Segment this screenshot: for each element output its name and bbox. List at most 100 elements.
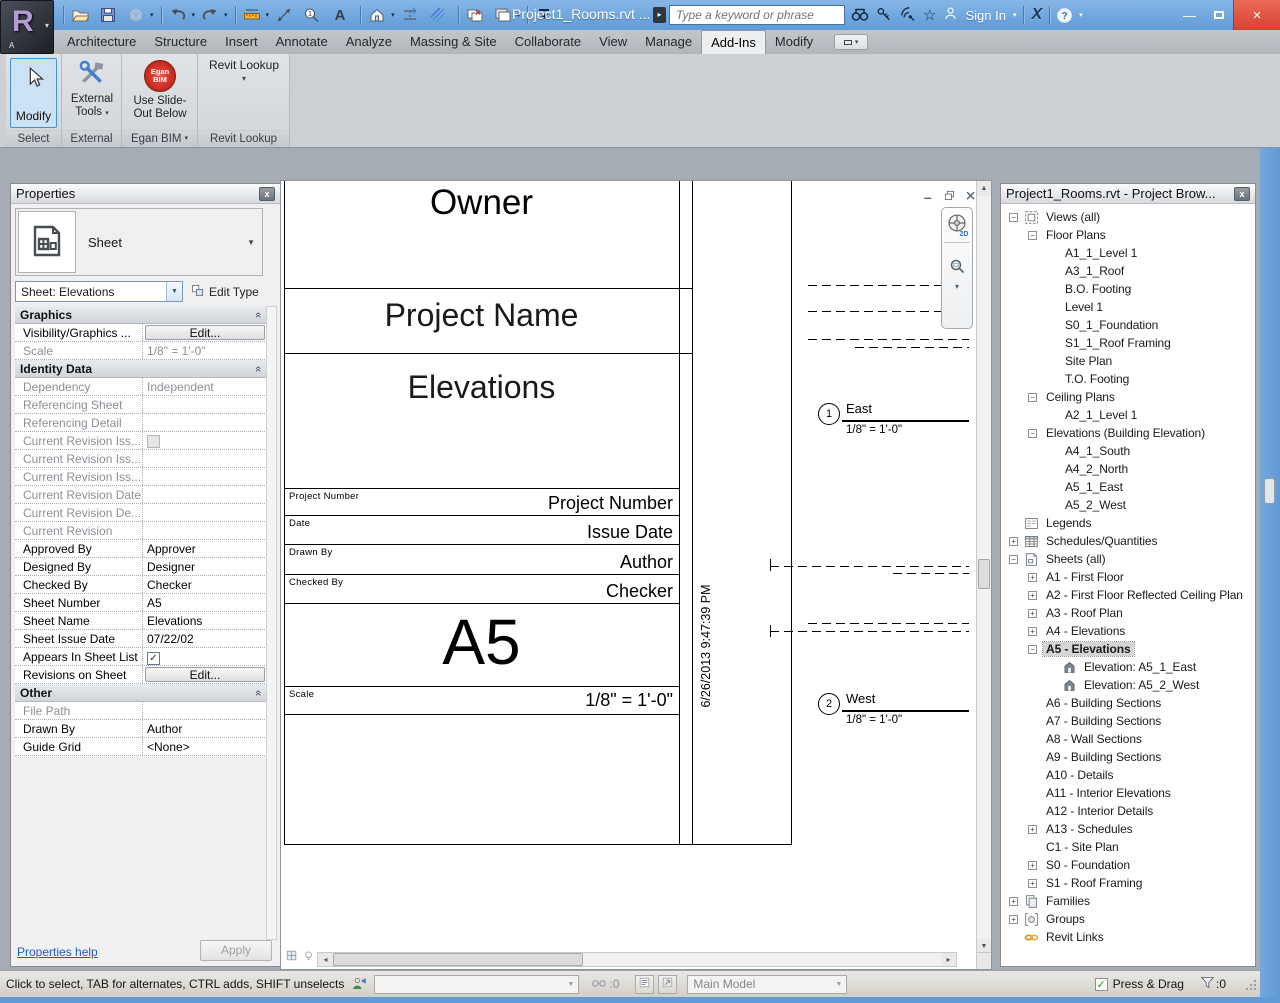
tab-manage[interactable]: Manage <box>636 30 701 54</box>
tree-item-label[interactable]: A13 - Schedules <box>1043 822 1136 836</box>
property-checkbox[interactable]: ✓ <box>147 652 160 665</box>
exchange-apps-icon[interactable]: X <box>1031 6 1042 24</box>
horizontal-scroll-thumb[interactable] <box>333 953 583 966</box>
view-restore-icon[interactable] <box>943 189 957 206</box>
tree-item-label[interactable]: A2 - First Floor Reflected Ceiling Plan <box>1043 588 1246 602</box>
selection-filter[interactable]: :0 <box>1200 975 1226 993</box>
collapse-icon[interactable]: − <box>1028 231 1037 240</box>
section-header-identity-data[interactable]: Identity Data« <box>15 360 267 378</box>
tree-item-a11-interior-elevations[interactable]: A11 - Interior Elevations <box>1001 784 1255 802</box>
tree-item-s0-foundation[interactable]: +S0 - Foundation <box>1001 856 1255 874</box>
property-edit-button[interactable]: Edit... <box>145 325 265 340</box>
tree-item-sheets-all[interactable]: −Sheets (all) <box>1001 550 1255 568</box>
tree-item-s1-roof-framing[interactable]: +S1 - Roof Framing <box>1001 874 1255 892</box>
tree-item-label[interactable]: Site Plan <box>1062 354 1115 368</box>
expand-icon[interactable]: + <box>1009 897 1018 906</box>
tree-item-label[interactable]: A5 - Elevations <box>1043 642 1134 656</box>
expand-icon[interactable]: + <box>1028 825 1037 834</box>
tab-massing-site[interactable]: Massing & Site <box>401 30 506 54</box>
external-tools-button[interactable]: External Tools ▾ <box>64 58 120 128</box>
press-and-drag-toggle[interactable]: ✓ Press & Drag <box>1095 977 1184 991</box>
horizontal-scrollbar[interactable]: ◂ ▸ <box>317 952 957 967</box>
qat-measure-button[interactable]: ▾ <box>241 4 272 26</box>
tree-item-label[interactable]: Level 1 <box>1062 300 1106 314</box>
tree-item-label[interactable]: Schedules/Quantities <box>1043 534 1160 548</box>
section-header-graphics[interactable]: Graphics« <box>15 306 267 324</box>
collapse-icon[interactable]: − <box>1028 645 1037 654</box>
tree-item-label[interactable]: A10 - Details <box>1043 768 1116 782</box>
chevron-down-icon[interactable]: ▾ <box>1079 11 1083 19</box>
tree-item-a3-roof-plan[interactable]: +A3 - Roof Plan <box>1001 604 1255 622</box>
tree-item-a4-1-south[interactable]: A4_1_South <box>1001 442 1255 460</box>
collapse-icon[interactable]: − <box>1009 213 1018 222</box>
tree-item-label[interactable]: S1 - Roof Framing <box>1043 876 1145 890</box>
tree-item-label[interactable]: T.O. Footing <box>1062 372 1132 386</box>
select-link-button[interactable] <box>658 975 677 994</box>
reveal-hidden-elements-icon[interactable] <box>302 949 315 965</box>
tab-insert[interactable]: Insert <box>216 30 267 54</box>
vertical-scrollbar[interactable]: ▲ ▼ <box>976 181 991 954</box>
tree-item-a5-1-east[interactable]: A5_1_East <box>1001 478 1255 496</box>
tree-item-label[interactable]: A5_2_West <box>1062 498 1129 512</box>
tree-item-c1-site-plan[interactable]: C1 - Site Plan <box>1001 838 1255 856</box>
drawing-area[interactable]: Owner Project Name Elevations Project Nu… <box>280 180 992 970</box>
editable-only-button[interactable] <box>635 975 654 994</box>
tree-item-a13-schedules[interactable]: + A13 - Schedules <box>1001 820 1255 838</box>
qat-default-3d-view-button[interactable]: ▾ <box>366 4 397 26</box>
tree-item-a5-elevations[interactable]: −A5 - Elevations <box>1001 640 1255 658</box>
tree-item-schedules-quantities[interactable]: + Schedules/Quantities <box>1001 532 1255 550</box>
tree-item-label[interactable]: Floor Plans <box>1043 228 1109 242</box>
scroll-left-arrow[interactable]: ◂ <box>318 953 333 966</box>
expand-icon[interactable]: + <box>1009 537 1018 546</box>
tree-item-a10-details[interactable]: A10 - Details <box>1001 766 1255 784</box>
property-value[interactable]: Elevations <box>143 612 267 629</box>
tree-item-label[interactable]: B.O. Footing <box>1062 282 1134 296</box>
qat-save-button[interactable] <box>97 4 123 26</box>
tree-item-label[interactable]: C1 - Site Plan <box>1043 840 1122 854</box>
resize-grip[interactable] <box>1244 978 1256 990</box>
panel-label-egan-bim[interactable]: Egan BIM▾ <box>122 130 197 147</box>
qat-sync-model-button[interactable]: ▾ <box>125 4 156 26</box>
maximize-button[interactable] <box>1204 0 1233 30</box>
tree-item-label[interactable]: S1_1_Roof Framing <box>1062 336 1174 350</box>
close-button[interactable]: × <box>1233 0 1280 30</box>
property-value[interactable]: Author <box>143 720 267 737</box>
modify-button[interactable]: Modify <box>10 58 57 128</box>
collapse-icon[interactable]: − <box>1009 555 1018 564</box>
property-value[interactable]: A5 <box>143 594 267 611</box>
tree-item-label[interactable]: A2_1_Level 1 <box>1062 408 1140 422</box>
tree-item-level-1[interactable]: Level 1 <box>1001 298 1255 316</box>
property-value[interactable]: Checker <box>143 576 267 593</box>
qat-section-button[interactable] <box>399 4 425 26</box>
tree-item-a2-first-floor-reflected-ceiling-plan[interactable]: + A2 - First Floor Reflected Ceiling Plan <box>1001 586 1255 604</box>
tree-item-label[interactable]: A11 - Interior Elevations <box>1043 786 1174 800</box>
tree-item-a2-1-level-1[interactable]: A2_1_Level 1 <box>1001 406 1255 424</box>
tree-item-a9-building-sections[interactable]: A9 - Building Sections <box>1001 748 1255 766</box>
tree-item-label[interactable]: Views (all) <box>1043 210 1103 224</box>
apply-button[interactable]: Apply <box>200 940 272 961</box>
favorites-star-icon[interactable]: ☆ <box>923 6 936 24</box>
tree-item-label[interactable]: Elevations (Building Elevation) <box>1043 426 1208 440</box>
property-value[interactable]: ✓ <box>143 648 267 665</box>
tree-item-label[interactable]: A1_1_Level 1 <box>1062 246 1140 260</box>
tree-item-t-o-footing[interactable]: T.O. Footing <box>1001 370 1255 388</box>
press-and-drag-checkbox[interactable]: ✓ <box>1095 978 1108 991</box>
tree-item-label[interactable]: A9 - Building Sections <box>1043 750 1164 764</box>
tree-item-label[interactable]: Ceiling Plans <box>1043 390 1118 404</box>
tree-item-label[interactable]: A3 - Roof Plan <box>1043 606 1126 620</box>
type-selector[interactable]: Sheet ▼ <box>15 208 263 276</box>
edit-type-button[interactable]: Edit Type <box>191 281 259 303</box>
expand-icon[interactable]: + <box>1028 591 1037 600</box>
ribbon-display-toggle[interactable]: ▾ <box>834 34 868 50</box>
tree-item-a7-building-sections[interactable]: A7 - Building Sections <box>1001 712 1255 730</box>
tree-item-label[interactable]: Legends <box>1043 516 1094 530</box>
tree-item-b-o-footing[interactable]: B.O. Footing <box>1001 280 1255 298</box>
tree-item-label[interactable]: A4 - Elevations <box>1043 624 1128 638</box>
instance-selector[interactable]: Sheet: Elevations ▼ <box>15 281 183 302</box>
tree-item-label[interactable]: A8 - Wall Sections <box>1043 732 1145 746</box>
tab-architecture[interactable]: Architecture <box>58 30 145 54</box>
expand-icon[interactable]: + <box>1028 627 1037 636</box>
qat-redo-button[interactable]: ▾ <box>199 4 230 26</box>
tree-item-revit-links[interactable]: Revit Links <box>1001 928 1255 946</box>
title-expand-button[interactable]: ▸ <box>653 7 666 23</box>
